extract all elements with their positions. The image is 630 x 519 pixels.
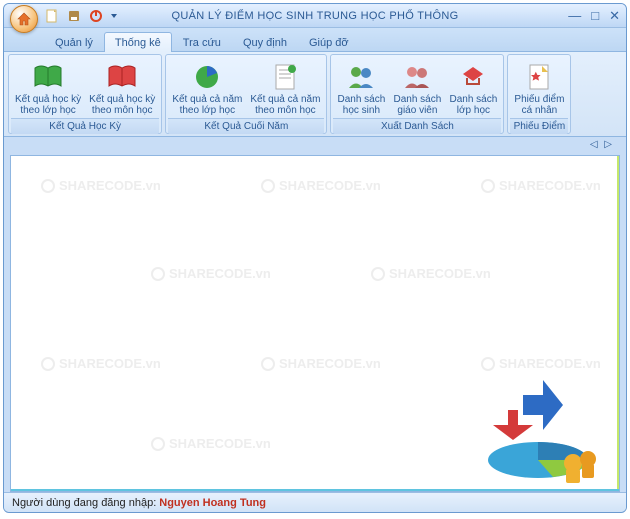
content-area: ◁ ▷ SHARECODE.vn SHARECODE.vn SHARECODE.… xyxy=(4,137,626,492)
ribbon-group-phieudiem: Phiếu điểm cá nhân Phiếu Điểm xyxy=(507,54,571,134)
status-username: Nguyen Hoang Tung xyxy=(159,497,266,509)
btn-kqhk-mon[interactable]: Kết quả học kỳ theo môn học xyxy=(85,57,159,118)
score-sheet-icon xyxy=(523,61,555,93)
watermark: SHARECODE.vn xyxy=(151,436,271,451)
btn-label: Danh sách giáo viên xyxy=(394,94,442,116)
home-icon xyxy=(16,11,32,27)
btn-kqcn-mon[interactable]: Kết quả cả năm theo môn học xyxy=(246,57,324,118)
border-bottom xyxy=(11,489,619,491)
minimize-button[interactable]: — xyxy=(568,8,581,24)
btn-label: Danh sách lớp học xyxy=(450,94,498,116)
ribbon-group-xuatdanhsach: Danh sách học sinh Danh sách giáo viên D… xyxy=(330,54,504,134)
app-menu-button[interactable] xyxy=(10,5,38,33)
btn-label: Kết quả học kỳ theo môn học xyxy=(89,94,155,116)
group-title: Xuất Danh Sách xyxy=(333,118,501,134)
btn-kqhk-lop[interactable]: Kết quả học kỳ theo lớp học xyxy=(11,57,85,118)
tab-thongke[interactable]: Thống kê xyxy=(104,32,172,52)
watermark: SHARECODE.vn xyxy=(41,356,161,371)
ribbon-tabs: Quản lý Thống kê Tra cứu Quy định Giúp đ… xyxy=(4,28,626,51)
watermark: SHARECODE.vn xyxy=(151,266,271,281)
maximize-button[interactable]: □ xyxy=(591,8,599,24)
mdi-client: SHARECODE.vn SHARECODE.vn SHARECODE.vn S… xyxy=(10,155,620,492)
book-green-icon xyxy=(32,61,64,93)
piechart-icon xyxy=(191,61,223,93)
group-title: Kết Quả Học Kỳ xyxy=(11,118,159,134)
window-title: QUẢN LÝ ĐIỂM HỌC SINH TRUNG HỌC PHỔ THÔN… xyxy=(4,10,626,22)
status-label: Người dùng đang đăng nhập: xyxy=(12,497,156,509)
btn-phieudiem[interactable]: Phiếu điểm cá nhân xyxy=(510,57,568,118)
btn-label: Danh sách học sinh xyxy=(338,94,386,116)
close-button[interactable]: ✕ xyxy=(609,8,620,24)
window-controls: — □ ✕ xyxy=(568,8,620,24)
tab-tracuu[interactable]: Tra cứu xyxy=(172,32,232,52)
watermark: SHARECODE.vn xyxy=(261,356,381,371)
class-icon xyxy=(457,61,489,93)
watermark: SHARECODE.vn xyxy=(481,178,601,193)
btn-label: Kết quả cả năm theo lớp học xyxy=(172,94,242,116)
btn-label: Phiếu điểm cá nhân xyxy=(514,94,564,116)
mdi-nav-arrows[interactable]: ◁ ▷ xyxy=(590,139,614,150)
group-title: Kết Quả Cuối Năm xyxy=(168,118,324,134)
book-red-icon xyxy=(106,61,138,93)
group-title: Phiếu Điểm xyxy=(510,118,568,134)
tab-quanly[interactable]: Quản lý xyxy=(44,32,104,52)
titlebar: QUẢN LÝ ĐIỂM HỌC SINH TRUNG HỌC PHỔ THÔN… xyxy=(4,4,626,28)
btn-ds-hocsinh[interactable]: Danh sách học sinh xyxy=(333,57,389,118)
btn-ds-lophoc[interactable]: Danh sách lớp học xyxy=(445,57,501,118)
watermark: SHARECODE.vn xyxy=(371,266,491,281)
tab-quydinh[interactable]: Quy định xyxy=(232,32,298,52)
statusbar: Người dùng đang đăng nhập: Nguyen Hoang … xyxy=(4,492,626,512)
ribbon-group-ketquahocky: Kết quả học kỳ theo lớp học Kết quả học … xyxy=(8,54,162,134)
ribbon: Kết quả học kỳ theo lớp học Kết quả học … xyxy=(4,51,626,137)
users-icon xyxy=(345,61,377,93)
teachers-icon xyxy=(401,61,433,93)
decorative-chart-art xyxy=(463,365,613,485)
btn-label: Kết quả cả năm theo môn học xyxy=(250,94,320,116)
btn-label: Kết quả học kỳ theo lớp học xyxy=(15,94,81,116)
report-icon xyxy=(269,61,301,93)
watermark: SHARECODE.vn xyxy=(261,178,381,193)
app-window: QUẢN LÝ ĐIỂM HỌC SINH TRUNG HỌC PHỔ THÔN… xyxy=(3,3,627,513)
watermark: SHARECODE.vn xyxy=(41,178,161,193)
ribbon-group-ketquacuoinam: Kết quả cả năm theo lớp học Kết quả cả n… xyxy=(165,54,327,134)
border-right xyxy=(617,156,619,491)
btn-ds-giaovien[interactable]: Danh sách giáo viên xyxy=(389,57,445,118)
tab-giupdo[interactable]: Giúp đỡ xyxy=(298,32,360,52)
btn-kqcn-lop[interactable]: Kết quả cả năm theo lớp học xyxy=(168,57,246,118)
